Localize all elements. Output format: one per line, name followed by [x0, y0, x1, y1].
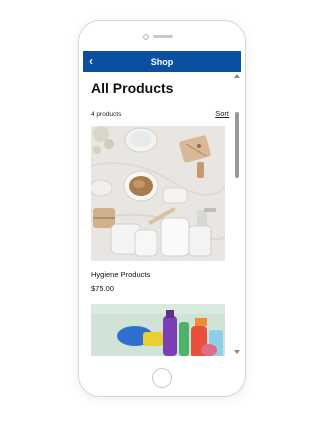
product-image[interactable] [91, 304, 225, 356]
app-screen: ‹ Shop All Products 4 products Sort Hygi… [83, 51, 241, 356]
phone-frame: ‹ Shop All Products 4 products Sort Hygi… [78, 20, 246, 397]
home-button[interactable] [152, 368, 172, 388]
product-image[interactable] [91, 126, 225, 261]
scroll-up-arrow-icon[interactable] [234, 74, 240, 78]
product-name[interactable]: Hygiene Products [91, 270, 150, 279]
nav-title: Shop [150, 56, 174, 67]
page-title: All Products [91, 80, 174, 96]
back-button[interactable]: ‹ [89, 53, 93, 69]
speaker-grille [153, 35, 173, 38]
nav-bar: ‹ Shop [83, 51, 241, 72]
chevron-left-icon: ‹ [89, 54, 93, 68]
product-price: $75.00 [91, 284, 114, 293]
product-list-view[interactable]: All Products 4 products Sort Hygiene Pro… [83, 72, 241, 356]
scroll-down-arrow-icon[interactable] [234, 350, 240, 354]
scrollbar[interactable] [233, 72, 241, 356]
camera-icon [143, 34, 149, 40]
sort-link[interactable]: Sort [215, 109, 229, 118]
product-count: 4 products [91, 111, 122, 118]
scroll-thumb[interactable] [235, 112, 239, 178]
